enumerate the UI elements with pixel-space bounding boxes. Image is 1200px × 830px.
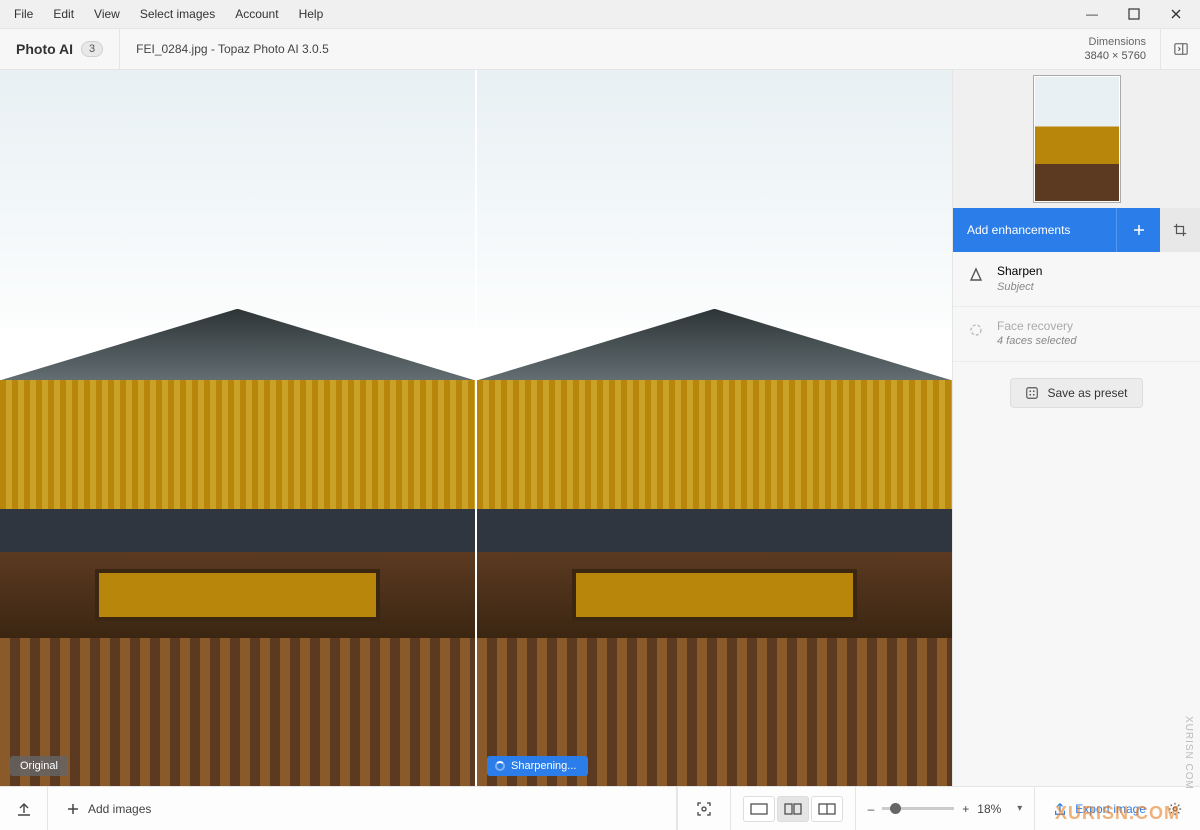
close-icon (1169, 7, 1183, 21)
app-name: Photo AI (16, 41, 73, 57)
dimensions-value: 3840 × 5760 (1085, 49, 1146, 63)
side-view-icon (818, 803, 836, 815)
menu-bar: File Edit View Select images Account Hel… (0, 0, 1200, 28)
original-label: Original (10, 756, 68, 776)
export-settings-button[interactable] (1162, 798, 1188, 820)
sharpen-icon (967, 266, 985, 284)
minimize-icon: — (1086, 7, 1098, 21)
original-pane: Original (0, 70, 475, 786)
enhancement-title: Face recovery (997, 319, 1077, 335)
window-close-button[interactable] (1156, 2, 1196, 26)
thumbnail-navigator[interactable] (953, 70, 1200, 208)
processing-status: Sharpening... (487, 756, 588, 776)
spinner-icon (495, 761, 505, 771)
title-bar: Photo AI 3 FEI_0284.jpg - Topaz Photo AI… (0, 28, 1200, 70)
maximize-icon (1127, 7, 1141, 21)
preset-icon (1025, 386, 1039, 400)
view-side-by-side-button[interactable] (811, 796, 843, 822)
menu-account[interactable]: Account (225, 3, 288, 25)
enhancement-subtitle: Subject (997, 280, 1042, 294)
zoom-percent: 18% (977, 802, 1009, 816)
crop-icon (1173, 223, 1187, 237)
subject-icon (696, 801, 712, 817)
footer-bar: Add images – (0, 786, 1200, 830)
image-viewer[interactable]: Original Sharpening... (0, 70, 952, 786)
menu-help[interactable]: Help (289, 3, 334, 25)
subject-detect-button[interactable] (690, 797, 718, 821)
image-count-badge: 3 (81, 41, 103, 57)
panel-toggle-button[interactable] (1160, 29, 1200, 69)
add-images-label: Add images (88, 802, 151, 816)
save-as-preset-button[interactable]: Save as preset (1010, 378, 1142, 408)
enhancement-subtitle: 4 faces selected (997, 334, 1077, 348)
status-text: Sharpening... (511, 760, 576, 772)
menu-select-images[interactable]: Select images (130, 3, 225, 25)
menu-edit[interactable]: Edit (43, 3, 84, 25)
plus-icon (1132, 223, 1146, 237)
window-minimize-button[interactable]: — (1072, 2, 1112, 26)
view-split-button[interactable] (777, 796, 809, 822)
face-recovery-icon (967, 321, 985, 339)
right-sidebar: Add enhancements Sharpen Subject (952, 70, 1200, 786)
enhanced-pane: Sharpening... (477, 70, 952, 786)
zoom-slider[interactable] (882, 807, 954, 810)
single-view-icon (750, 803, 768, 815)
app-brand: Photo AI 3 (0, 29, 120, 69)
add-enhancements-button[interactable]: Add enhancements (953, 223, 1116, 237)
export-icon (1053, 802, 1067, 816)
menu-file[interactable]: File (4, 3, 43, 25)
plus-icon (66, 802, 80, 816)
panel-collapse-icon (1174, 42, 1188, 56)
window-maximize-button[interactable] (1114, 2, 1154, 26)
enhancement-title: Sharpen (997, 264, 1042, 280)
zoom-dropdown[interactable]: ▾ (1017, 803, 1022, 814)
menu-view[interactable]: View (84, 3, 130, 25)
save-preset-label: Save as preset (1047, 386, 1127, 400)
upload-button[interactable] (10, 797, 38, 821)
enhancement-face-recovery[interactable]: Face recovery 4 faces selected (953, 307, 1200, 362)
view-single-button[interactable] (743, 796, 775, 822)
zoom-out-button[interactable]: – (868, 802, 875, 816)
export-image-button[interactable]: Export image (1047, 798, 1152, 820)
add-images-button[interactable]: Add images (60, 798, 157, 820)
dimensions-display: Dimensions 3840 × 5760 (1071, 35, 1160, 64)
upload-icon (16, 801, 32, 817)
crop-button[interactable] (1160, 208, 1200, 252)
enhancement-sharpen[interactable]: Sharpen Subject (953, 252, 1200, 307)
export-label: Export image (1075, 802, 1146, 816)
file-title: FEI_0284.jpg - Topaz Photo AI 3.0.5 (120, 42, 1070, 56)
dimensions-label: Dimensions (1089, 35, 1146, 49)
add-enhancement-plus-button[interactable] (1116, 208, 1160, 252)
thumbnail-image (1034, 76, 1120, 202)
split-view-icon (784, 803, 802, 815)
zoom-in-button[interactable]: + (962, 802, 969, 816)
settings-icon (1168, 802, 1182, 816)
